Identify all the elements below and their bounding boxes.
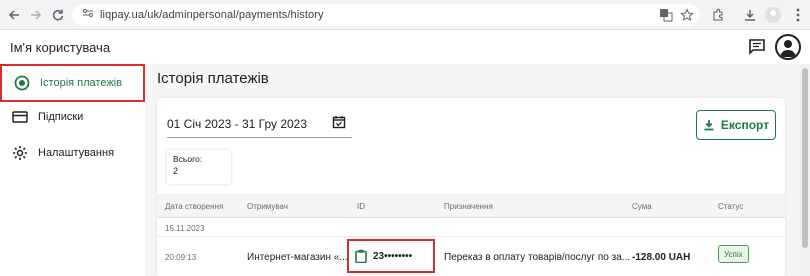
extensions-icon[interactable]	[709, 6, 727, 24]
sidebar-item-label: Налаштування	[38, 147, 115, 159]
total-value: 2	[173, 166, 179, 176]
main-content: Історія платежів 01 Січ 2023 - 31 Гру 20…	[145, 64, 800, 276]
page-title: Історія платежів	[157, 70, 269, 87]
url-text: liqpay.ua/uk/adminpersonal/payments/hist…	[100, 9, 324, 21]
avatar[interactable]	[775, 34, 801, 60]
translate-icon[interactable]	[657, 6, 675, 24]
sidebar-item-settings[interactable]: Налаштування	[0, 135, 145, 171]
gear-icon	[12, 145, 28, 161]
column-header-date[interactable]: Дата створення	[165, 202, 223, 211]
chat-icon[interactable]	[748, 38, 766, 56]
payments-card: 01 Січ 2023 - 31 Гру 2023 Експорт Всього…	[157, 98, 785, 276]
row-id: 23••••••••	[373, 250, 413, 262]
date-group-row: 15.11.2023	[157, 219, 785, 237]
back-icon[interactable]	[4, 5, 24, 25]
menu-kebab-icon[interactable]	[789, 6, 807, 24]
column-header-id[interactable]: ID	[357, 202, 365, 211]
app-header: Ім'я користувача	[0, 30, 810, 64]
address-bar[interactable]: liqpay.ua/uk/adminpersonal/payments/hist…	[72, 4, 700, 26]
group-date: 15.11.2023	[165, 224, 205, 233]
column-header-status[interactable]: Статус	[718, 202, 743, 211]
column-header-amount[interactable]: Сума	[632, 202, 652, 211]
clipboard-icon[interactable]	[355, 249, 367, 264]
table-row[interactable]: 20:09:13 Интернет-магазин «... 23•••••••…	[157, 238, 785, 276]
reload-icon[interactable]	[48, 5, 68, 25]
date-range-picker[interactable]: 01 Січ 2023 - 31 Гру 2023	[167, 110, 352, 138]
date-range-value: 01 Січ 2023 - 31 Гру 2023	[167, 116, 308, 131]
row-recipient: Интернет-магазин «...	[247, 252, 348, 263]
download-icon	[703, 119, 715, 131]
row-time: 20:09:13	[165, 253, 197, 262]
download-icon[interactable]	[741, 6, 759, 24]
table-header: Дата створення Отримувач ID Призначення …	[157, 194, 785, 218]
browser-toolbar: liqpay.ua/uk/adminpersonal/payments/hist…	[0, 0, 810, 30]
sidebar-item-payment-history[interactable]: Історія платежів	[0, 64, 145, 102]
row-id-cell[interactable]: 23••••••••	[347, 239, 435, 273]
sidebar-item-label: Історія платежів	[40, 77, 122, 89]
scrollbar-thumb[interactable]	[802, 68, 808, 248]
bookmark-star-icon[interactable]	[678, 6, 696, 24]
sidebar: Історія платежів Підписки Налаштування	[0, 64, 145, 276]
column-header-purpose[interactable]: Призначення	[444, 202, 493, 211]
username[interactable]: Ім'я користувача	[10, 40, 110, 55]
subscriptions-icon	[12, 109, 28, 125]
page-scrollbar[interactable]	[800, 64, 810, 276]
row-amount: -128.00 UAH	[632, 252, 691, 263]
total-count-box: Всього: 2	[167, 150, 231, 184]
forward-icon[interactable]	[26, 5, 46, 25]
export-label: Експорт	[720, 118, 770, 132]
sidebar-item-subscriptions[interactable]: Підписки	[0, 99, 145, 135]
profile-icon[interactable]	[764, 6, 782, 24]
site-info-icon[interactable]	[82, 6, 94, 24]
status-badge: Успіх	[718, 245, 749, 263]
history-icon	[14, 75, 30, 91]
export-button[interactable]: Експорт	[696, 110, 776, 140]
total-label: Всього:	[173, 154, 203, 164]
column-header-recipient[interactable]: Отримувач	[247, 202, 288, 211]
sidebar-item-label: Підписки	[38, 111, 84, 123]
row-purpose: Переказ в оплату товарів/послуг по за...	[444, 252, 631, 263]
calendar-icon[interactable]	[332, 115, 346, 129]
